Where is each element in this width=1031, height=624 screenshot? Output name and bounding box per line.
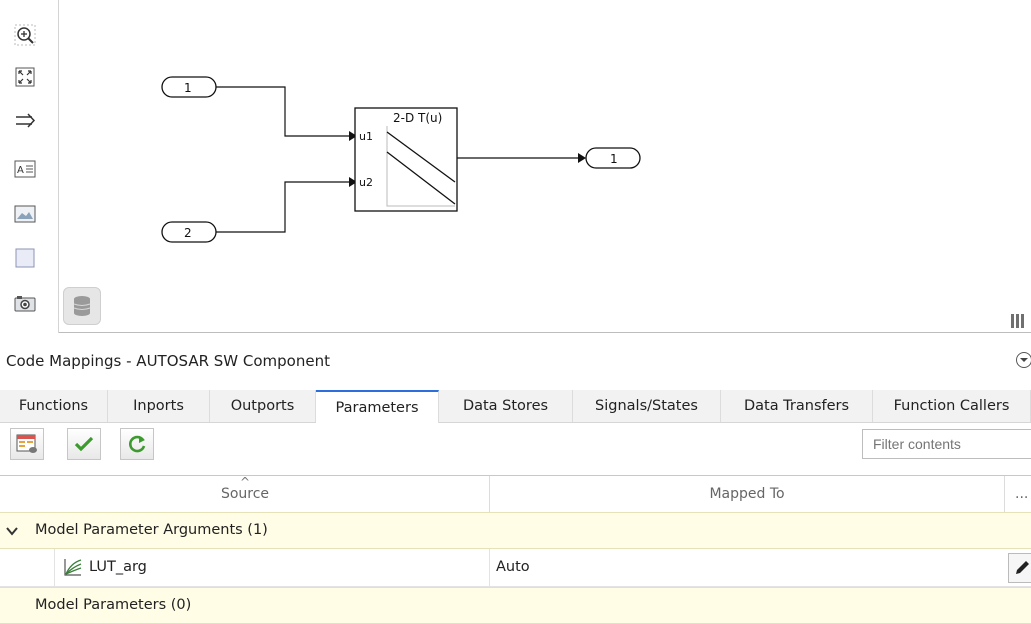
inport-2[interactable]: 2	[161, 221, 217, 243]
inport-2-label: 2	[184, 226, 192, 240]
image-icon[interactable]	[12, 201, 38, 227]
annotation-icon[interactable]: A	[12, 156, 38, 182]
port-u2-label: u2	[359, 176, 373, 189]
code-mappings-header: Code Mappings - AUTOSAR SW Component	[0, 345, 1031, 379]
filter-contents-input[interactable]	[862, 429, 1031, 459]
group-row-model-parameters[interactable]: Model Parameters (0)	[0, 587, 1031, 624]
column-header-source[interactable]: Source	[0, 476, 490, 512]
row-source: LUT_arg	[89, 559, 147, 575]
refresh-button[interactable]	[120, 428, 154, 460]
tab-function-callers[interactable]: Function Callers	[873, 390, 1031, 422]
configure-button[interactable]	[10, 428, 44, 460]
chevron-down-icon[interactable]	[6, 526, 18, 536]
resize-grip-icon[interactable]	[1011, 314, 1031, 328]
pencil-icon	[1016, 561, 1029, 574]
group-label: Model Parameter Arguments (1)	[35, 522, 268, 538]
inport-1[interactable]: 1	[161, 76, 217, 98]
signal-line-2[interactable]	[216, 181, 349, 233]
code-mappings-toolbar	[0, 425, 1031, 465]
lookup-block-title: 2-D T(u)	[393, 111, 442, 125]
tab-parameters[interactable]: Parameters	[316, 390, 439, 423]
lookup-table-block[interactable]: 2-D T(u) u1 u2	[354, 107, 458, 212]
edit-button[interactable]	[1008, 553, 1031, 583]
area-icon[interactable]	[12, 245, 38, 271]
zoom-icon[interactable]	[12, 22, 38, 48]
group-row-model-parameter-arguments[interactable]: Model Parameter Arguments (1)	[0, 512, 1031, 549]
database-icon	[73, 296, 91, 316]
column-header-mapped-to[interactable]: Mapped To	[490, 476, 1004, 512]
canvas-divider	[59, 332, 1031, 333]
signal-line-1[interactable]	[216, 86, 349, 137]
tab-functions[interactable]: Functions	[0, 390, 108, 422]
model-canvas[interactable]: A 1 2 2-D T(u) u1 u2 1	[0, 0, 1031, 333]
code-mappings-title: Code Mappings - AUTOSAR SW Component	[6, 352, 330, 370]
refresh-icon	[129, 435, 146, 453]
tab-data-stores[interactable]: Data Stores	[439, 390, 573, 422]
block-diagram: 1 2 2-D T(u) u1 u2 1	[161, 76, 641, 243]
row-mapped-to[interactable]: Auto	[496, 559, 530, 575]
tab-data-transfers[interactable]: Data Transfers	[721, 390, 873, 422]
table-row[interactable]: LUT_arg Auto	[0, 549, 1031, 587]
outport-1-label: 1	[610, 152, 618, 166]
model-data-button[interactable]	[63, 287, 101, 325]
outport-1[interactable]: 1	[585, 147, 641, 169]
checkmark-icon	[74, 436, 94, 452]
collapse-panel-icon[interactable]	[1015, 351, 1031, 369]
port-u1-label: u1	[359, 130, 373, 143]
screenshot-icon[interactable]	[12, 290, 38, 316]
table-config-icon	[16, 434, 37, 453]
fit-to-view-icon[interactable]	[12, 64, 38, 90]
canvas-palette: A	[0, 0, 59, 333]
tab-inports[interactable]: Inports	[108, 390, 210, 422]
column-header-more[interactable]: ...	[1005, 476, 1031, 512]
group-label: Model Parameters (0)	[35, 597, 192, 613]
tab-outports[interactable]: Outports	[210, 390, 316, 422]
inport-1-label: 1	[184, 81, 192, 95]
lookup-table-parameter-icon	[64, 559, 82, 576]
svg-text:A: A	[17, 165, 24, 176]
validate-button[interactable]	[67, 428, 101, 460]
code-mappings-tabs: Functions Inports Outports Parameters Da…	[0, 390, 1031, 423]
tab-signals-states[interactable]: Signals/States	[573, 390, 721, 422]
signal-routing-icon[interactable]	[12, 108, 38, 134]
